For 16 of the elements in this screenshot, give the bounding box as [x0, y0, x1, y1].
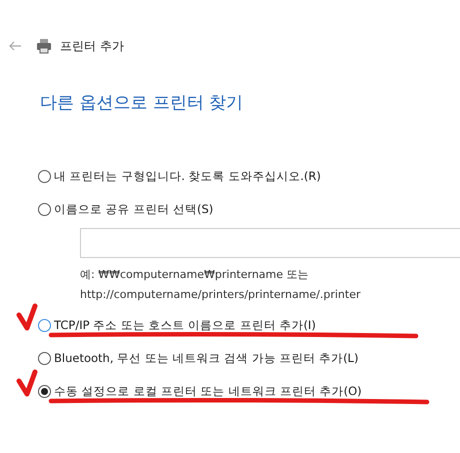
window-title: 프린터 추가	[60, 38, 124, 54]
radio-button[interactable]	[38, 385, 51, 398]
option-label[interactable]: 이름으로 공유 프린터 선택(S)	[54, 202, 214, 217]
radio-button[interactable]	[38, 170, 51, 183]
printer-name-field[interactable]	[80, 228, 460, 258]
page-heading: 다른 옵션으로 프린터 찾기	[40, 92, 244, 114]
example-text: 예: ₩₩computername₩printername 또는	[80, 267, 310, 283]
radio-button[interactable]	[38, 319, 51, 332]
option-label[interactable]: TCP/IP 주소 또는 호스트 이름으로 프린터 추가(I)	[54, 318, 316, 333]
example-text: http://computername/printers/printername/.printer	[80, 287, 362, 303]
option-label[interactable]: Bluetooth, 무선 또는 네트워크 검색 가능 프린터 추가(L)	[54, 351, 358, 366]
option-label[interactable]: 수동 설정으로 로컬 프린터 또는 네트워크 프린터 추가(O)	[54, 384, 362, 399]
option-label[interactable]: 내 프린터는 구형입니다. 찾도록 도와주십시오.(R)	[54, 169, 321, 184]
radio-button[interactable]	[38, 203, 51, 216]
radio-button[interactable]	[38, 352, 51, 365]
printer-icon	[36, 38, 52, 54]
